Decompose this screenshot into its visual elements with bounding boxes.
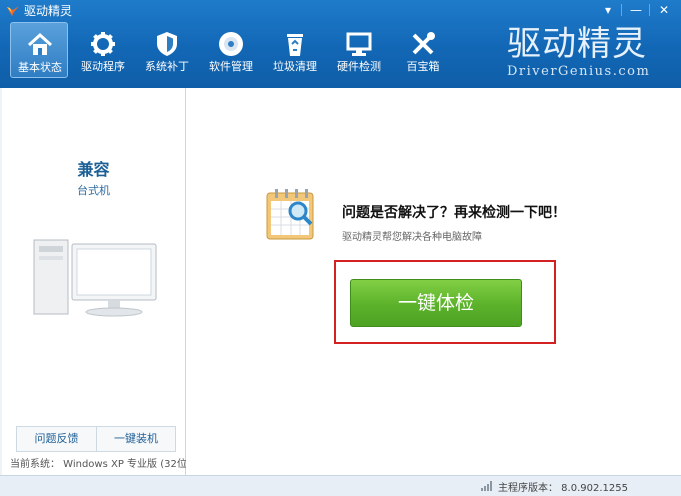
app-window: 驱动精灵 ▾ — ✕ 基本状态 驱动程序 系统补丁 软件管理 垃圾清理 硬件检测… [0, 0, 681, 496]
nav-label: 垃圾清理 [273, 60, 317, 73]
status-bar: 主程序版本： 8.0.902.1255 [0, 475, 681, 496]
nav-label: 百宝箱 [406, 60, 440, 73]
nav-item-software[interactable]: 软件管理 [202, 22, 260, 78]
nav-item-system-patch[interactable]: 系统补丁 [138, 22, 196, 78]
tools-icon [412, 32, 435, 55]
brand-name: 驱动精灵 [507, 24, 647, 64]
disc-icon [219, 32, 243, 56]
device-type: 台式机 [77, 184, 110, 197]
brand-logo: 驱动精灵 DriverGenius.com [505, 22, 655, 82]
nav-label: 基本状态 [18, 61, 62, 74]
nav-item-toolbox[interactable]: 百宝箱 [394, 22, 452, 78]
feedback-button[interactable]: 问题反馈 [17, 427, 97, 451]
sidebar: 兼容 台式机 问题反馈 一键装机 当前系统： Windows XP 专业版 (3… [2, 88, 191, 475]
one-click-checkup-button[interactable]: 一键体检 [350, 279, 522, 327]
compat-title: 兼容 [77, 160, 110, 179]
calendar-search-icon [266, 189, 314, 240]
gear-icon [91, 32, 115, 56]
header-bar: 驱动精灵 ▾ — ✕ 基本状态 驱动程序 系统补丁 软件管理 垃圾清理 硬件检测… [0, 0, 681, 88]
question-description: 驱动精灵帮您解决各种电脑故障 [342, 232, 482, 243]
nav-label: 系统补丁 [145, 60, 189, 73]
desktop-pc-icon [33, 239, 157, 317]
minimize-button[interactable]: — [625, 2, 647, 18]
nav-item-drivers[interactable]: 驱动程序 [74, 22, 132, 78]
divider [621, 4, 622, 16]
program-version: 主程序版本： 8.0.902.1255 [498, 483, 628, 494]
nav-item-basic-status[interactable]: 基本状态 [10, 22, 68, 78]
nav-label: 软件管理 [209, 60, 253, 73]
nav-item-junk-clean[interactable]: 垃圾清理 [266, 22, 324, 78]
app-title: 驱动精灵 [24, 4, 73, 18]
recycle-bin-icon [287, 34, 303, 56]
divider [649, 4, 650, 16]
monitor-icon [346, 32, 372, 56]
menu-dropdown-button[interactable]: ▾ [597, 2, 619, 18]
one-click-install-button[interactable]: 一键装机 [97, 427, 175, 451]
nav-label: 硬件检测 [337, 60, 381, 73]
nav-item-hardware[interactable]: 硬件检测 [330, 22, 388, 78]
main-panel: 问题是否解决了？再来检测一下吧！ 驱动精灵帮您解决各种电脑故障 一键体检 [186, 88, 681, 475]
nav-label: 驱动程序 [81, 60, 125, 73]
app-logo-icon [7, 6, 19, 16]
shield-icon [157, 32, 177, 56]
brand-website: DriverGenius.com [507, 64, 651, 79]
home-icon [27, 32, 53, 55]
signal-bars-icon [481, 481, 492, 491]
question-heading: 问题是否解决了？再来检测一下吧！ [342, 205, 566, 221]
current-os-info: 当前系统： Windows XP 专业版 (32位) [10, 459, 191, 470]
sidebar-button-group: 问题反馈 一键装机 [16, 426, 176, 452]
title-bar: 驱动精灵 ▾ — ✕ [0, 0, 681, 22]
close-button[interactable]: ✕ [653, 2, 675, 18]
